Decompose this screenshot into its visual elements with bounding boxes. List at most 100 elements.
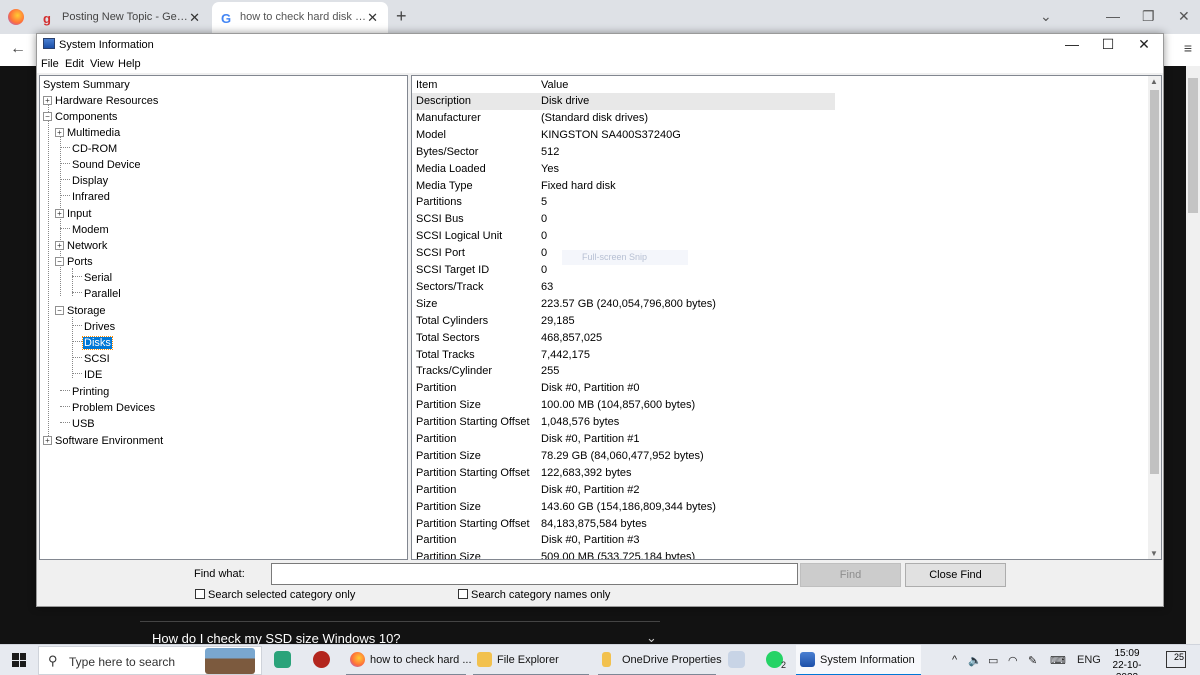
menu-help[interactable]: Help (118, 58, 141, 70)
menu-icon[interactable]: ≡ (1184, 40, 1192, 56)
table-row[interactable]: Sectors/Track 63 (412, 279, 835, 296)
category-tree[interactable]: System Summary + Hardware Resources − Comp… (39, 75, 408, 560)
close-find-button[interactable]: Close Find (905, 563, 1006, 587)
table-row[interactable]: Bytes/Sector 512 (412, 144, 835, 161)
table-row[interactable]: Media Type Fixed hard disk (412, 178, 835, 195)
tree-item-ports[interactable]: − Ports (55, 255, 94, 271)
table-row[interactable]: Media Loaded Yes (412, 161, 835, 178)
close-tab-icon[interactable]: ✕ (189, 10, 200, 26)
tree-item-infrared[interactable]: Infrared (60, 190, 111, 206)
tree-item-components[interactable]: − Components (43, 110, 118, 126)
maximize-button[interactable]: ☐ (1089, 36, 1127, 53)
table-row[interactable]: Partition Disk #0, Partition #0 (412, 380, 835, 397)
expand-icon[interactable]: + (55, 241, 64, 250)
photo-app-icon[interactable] (728, 651, 745, 668)
notification-icon[interactable]: 25 (1166, 651, 1186, 668)
search-category-names-checkbox[interactable]: Search category names only (458, 589, 610, 601)
column-header-value[interactable]: Value (541, 79, 568, 91)
volume-icon[interactable]: 🔈 (968, 654, 982, 667)
tree-item-usb[interactable]: USB (60, 417, 96, 433)
tree-item-cd-rom[interactable]: CD-ROM (60, 142, 118, 158)
taskbar-app-onedrive-properties[interactable]: OneDrive Properties (598, 645, 722, 675)
taskbar-search-box[interactable]: ⚲ Type here to search (38, 646, 262, 675)
find-button[interactable]: Find (800, 563, 901, 587)
table-row[interactable]: Size 223.57 GB (240,054,796,800 bytes) (412, 296, 835, 313)
table-row[interactable]: Partition Size 100.00 MB (104,857,600 byt… (412, 397, 835, 414)
taskbar-app-file-explorer[interactable]: File Explorer (473, 645, 589, 675)
expand-icon[interactable]: + (55, 209, 64, 218)
menu-view[interactable]: View (90, 58, 114, 70)
clock[interactable]: 15:09 22-10-2023 (1105, 648, 1149, 675)
close-button[interactable]: ✕ (1125, 36, 1163, 53)
table-row[interactable]: Total Tracks 7,442,175 (412, 347, 835, 364)
scroll-thumb[interactable] (1150, 90, 1159, 474)
taskbar-app-system-information[interactable]: System Information (796, 645, 921, 675)
tree-item-scsi[interactable]: SCSI (72, 352, 111, 368)
table-row[interactable]: Partitions 5 (412, 194, 835, 211)
browser-tab-geeks[interactable]: g Posting New Topic - Geeks to G ✕ (34, 2, 210, 34)
page-scroll-thumb[interactable] (1188, 78, 1198, 213)
tree-item-hardware-resources[interactable]: + Hardware Resources (43, 94, 159, 110)
table-row[interactable]: Partition Starting Offset 122,683,392 byt… (412, 465, 835, 482)
tree-item-display[interactable]: Display (60, 174, 109, 190)
close-tab-icon[interactable]: ✕ (367, 10, 378, 26)
collapse-icon[interactable]: − (55, 257, 64, 266)
tree-item-drives[interactable]: Drives (72, 320, 116, 336)
find-what-input[interactable] (271, 563, 798, 585)
page-scrollbar[interactable] (1186, 66, 1200, 644)
wifi-icon[interactable]: ◠ (1008, 654, 1018, 667)
table-row[interactable]: Partition Starting Offset 1,048,576 bytes (412, 414, 835, 431)
scroll-up-icon[interactable]: ▲ (1150, 77, 1158, 86)
browser-tab-google[interactable]: G how to check hard disk size - G ✕ (212, 2, 388, 34)
search-selected-category-checkbox[interactable]: Search selected category only (195, 589, 355, 601)
checkbox-box[interactable] (195, 589, 205, 599)
firefox-icon[interactable] (8, 9, 24, 25)
window-title-bar[interactable]: System Information — ☐ ✕ (37, 34, 1163, 55)
red-app-icon[interactable] (313, 651, 330, 668)
minimize-icon[interactable]: — (1106, 8, 1120, 24)
table-row[interactable]: Partition Starting Offset 84,183,875,584 … (412, 516, 835, 533)
table-row[interactable]: Tracks/Cylinder 255 (412, 363, 835, 380)
collapse-icon[interactable]: − (43, 112, 52, 121)
menu-file[interactable]: File (41, 58, 59, 70)
restore-icon[interactable]: ❐ (1142, 8, 1155, 25)
table-row[interactable]: Partition Size 143.60 GB (154,186,809,344… (412, 499, 835, 516)
tree-item-storage[interactable]: − Storage (55, 304, 107, 320)
menu-edit[interactable]: Edit (65, 58, 84, 70)
expand-icon[interactable]: + (55, 128, 64, 137)
table-row[interactable]: Description Disk drive (412, 93, 835, 110)
table-row[interactable]: Partition Disk #0, Partition #2 (412, 482, 835, 499)
tree-item-multimedia[interactable]: + Multimedia (55, 126, 121, 142)
tree-item-parallel[interactable]: Parallel (72, 287, 122, 303)
details-list[interactable]: Item Value Description Disk drive Manufact… (411, 75, 1162, 560)
chevron-up-icon[interactable]: ^ (952, 654, 957, 666)
search-highlight-image[interactable] (205, 648, 255, 674)
tree-item-system-summary[interactable]: System Summary (42, 78, 131, 94)
tree-item-serial[interactable]: Serial (72, 271, 113, 287)
taskbar-app-firefox[interactable]: how to check hard ... (346, 645, 472, 675)
tree-item-printing[interactable]: Printing (60, 385, 110, 401)
pen-icon[interactable]: ✎ (1028, 654, 1037, 667)
expand-icon[interactable]: + (43, 436, 52, 445)
table-row[interactable]: Model KINGSTON SA400S37240G (412, 127, 835, 144)
details-scrollbar[interactable]: ▲ ▼ (1148, 76, 1161, 559)
scroll-down-icon[interactable]: ▼ (1150, 549, 1158, 558)
table-row[interactable]: Partition Disk #0, Partition #1 (412, 431, 835, 448)
back-arrow-icon[interactable]: ← (10, 40, 26, 58)
close-icon[interactable]: ✕ (1178, 8, 1190, 25)
table-row[interactable]: SCSI Logical Unit 0 (412, 228, 835, 245)
keyboard-icon[interactable]: ⌨ (1050, 654, 1066, 667)
windows-start-icon[interactable] (12, 653, 26, 667)
table-row[interactable]: Total Sectors 468,857,025 (412, 330, 835, 347)
tree-item-network[interactable]: + Network (55, 239, 108, 255)
tree-item-problem-devices[interactable]: Problem Devices (60, 401, 156, 417)
minimize-button[interactable]: — (1053, 36, 1091, 52)
table-row[interactable]: Partition Size 509.00 MB (533,725,184 byt… (412, 549, 835, 559)
tree-item-sound-device[interactable]: Sound Device (60, 158, 142, 174)
tree-item-ide[interactable]: IDE (72, 368, 103, 384)
new-tab-icon[interactable]: + (396, 6, 407, 27)
table-row[interactable]: Partition Size 78.29 GB (84,060,477,952 b… (412, 448, 835, 465)
tree-item-input[interactable]: + Input (55, 207, 92, 223)
battery-icon[interactable]: ▭ (988, 654, 998, 667)
tab-list-chevron-icon[interactable]: ⌄ (1040, 8, 1052, 25)
